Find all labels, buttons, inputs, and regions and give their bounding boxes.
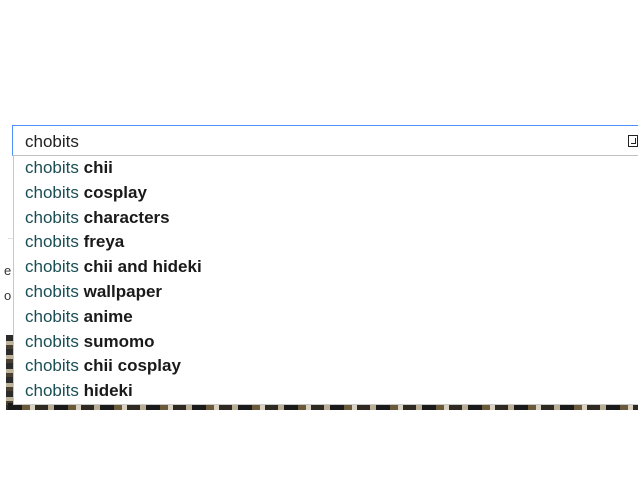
suggestion-completion: chii cosplay [83, 356, 181, 376]
suggestion-completion: characters [83, 207, 170, 227]
suggestion-item[interactable]: chobits chii [14, 156, 638, 181]
suggestion-query-prefix: chobits [25, 158, 79, 177]
suggestion-query-prefix: chobits [25, 281, 79, 301]
suggestion-completion: wallpaper [83, 281, 163, 301]
suggestion-completion: hideki [83, 381, 133, 401]
suggestion-query-prefix: chobits [25, 381, 79, 401]
suggestion-item[interactable]: chobits characters [14, 206, 638, 231]
background-text-fragment: e [4, 263, 12, 278]
suggestion-query-prefix: chobits [25, 182, 79, 202]
suggestion-query-prefix: chobits [25, 331, 79, 351]
search-input[interactable] [25, 132, 605, 152]
suggestion-query-prefix: chobits [25, 207, 79, 227]
suggestion-query-prefix: chobits [25, 356, 79, 376]
suggestion-item[interactable]: chobits chii and hideki [14, 255, 638, 280]
suggestion-completion: anime [83, 306, 133, 326]
suggestion-item[interactable]: chobits wallpaper [14, 280, 638, 305]
suggestion-completion: chii [83, 158, 113, 177]
suggestion-item[interactable]: chobits hideki [14, 379, 638, 404]
suggestion-item[interactable]: chobits sumomo [14, 330, 638, 355]
background-text-fragment: o [4, 288, 12, 303]
suggestion-item[interactable]: chobits chii cosplay [14, 354, 638, 379]
suggestion-completion: sumomo [83, 331, 155, 351]
suggestion-query-prefix: chobits [25, 232, 79, 252]
suggestion-completion: chii and hideki [83, 257, 202, 277]
suggestion-completion: cosplay [83, 182, 147, 202]
search-box[interactable] [12, 125, 638, 156]
suggestion-query-prefix: chobits [25, 257, 79, 277]
autocomplete-dropdown: chobits chii chobits cosplay chobits cha… [13, 156, 638, 405]
suggestion-item[interactable]: chobits anime [14, 305, 638, 330]
suggestion-item[interactable]: chobits cosplay [14, 181, 638, 206]
suggestion-item[interactable]: chobits freya [14, 230, 638, 255]
suggestion-completion: freya [83, 232, 125, 252]
keyboard-icon[interactable] [628, 135, 638, 147]
suggestion-query-prefix: chobits [25, 306, 79, 326]
